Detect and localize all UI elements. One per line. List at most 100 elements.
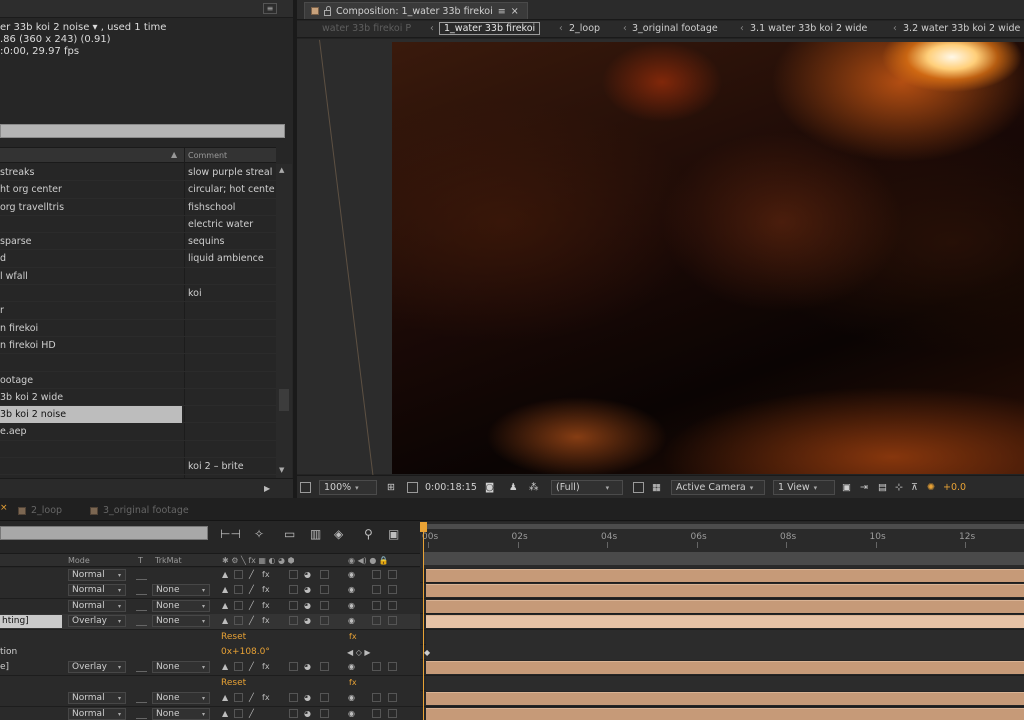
effect-switch-icon[interactable]: fx	[262, 616, 270, 625]
exposure-icon[interactable]: ✺	[927, 480, 935, 495]
close-icon[interactable]: ×	[511, 6, 519, 17]
frame-blend-switch[interactable]	[289, 600, 298, 610]
lock-icon[interactable]	[324, 5, 331, 16]
scrollbar-thumb[interactable]	[279, 389, 289, 411]
frame-blend-switch[interactable]	[289, 693, 298, 703]
layer-row[interactable]: Reset fx	[0, 675, 1024, 692]
motion-blur-switch-icon[interactable]: ◕	[304, 662, 311, 671]
mode-dropdown[interactable]: Normal ▾	[68, 584, 126, 597]
collapse-switch[interactable]	[234, 693, 243, 703]
trkmat-dropdown[interactable]: None ▾	[152, 707, 210, 720]
layer-row[interactable]: Normal ▾ None ▾ ▲ ╱ fx ◕ ◉	[0, 691, 1024, 707]
camera-dropdown[interactable]: Active Camera ▾	[671, 480, 765, 495]
project-item[interactable]: n firekoi	[0, 320, 276, 337]
layer-name[interactable]: hting]	[0, 615, 62, 629]
lock-switch[interactable]	[388, 708, 397, 718]
video-visibility-icon[interactable]: ◉	[348, 709, 355, 718]
current-time-display[interactable]: 0:00:18:15	[425, 480, 477, 495]
mode-dropdown[interactable]: Normal ▾	[68, 599, 126, 612]
lock-switch[interactable]	[388, 585, 397, 595]
motion-blur-switch-icon[interactable]: ◕	[304, 709, 311, 718]
shy-switch-icon[interactable]: ▲	[222, 693, 228, 702]
trkmat-dropdown[interactable]: None ▾	[152, 584, 210, 597]
trkmat-dropdown[interactable]: None ▾	[152, 599, 210, 612]
composition-mini-flowchart-icon[interactable]: ⊢⊣	[220, 527, 241, 541]
mode-dropdown[interactable]: Overlay ▾	[68, 661, 126, 674]
solo-switch[interactable]	[372, 570, 381, 579]
project-item[interactable]	[0, 354, 276, 372]
project-item[interactable]: r	[0, 302, 276, 320]
frame-blending-icon[interactable]: ▥	[310, 527, 321, 541]
layer-name[interactable]: e]	[0, 662, 9, 672]
solo-switch[interactable]	[372, 585, 381, 595]
toggle-pixel-aspect-icon[interactable]: ▣	[842, 480, 851, 495]
trkmat-dropdown[interactable]: None ▾	[152, 615, 210, 628]
current-time-indicator-line[interactable]	[423, 522, 424, 720]
project-item[interactable]: sparse sequins	[0, 233, 276, 251]
effect-switch-icon[interactable]: fx	[262, 570, 270, 579]
layer-row[interactable]: Normal ▾ None ▾ ▲ ╱ fx ◕ ◉	[0, 598, 1024, 615]
project-item[interactable]: n firekoi HD	[0, 337, 276, 355]
channel-icon[interactable]: ⁂	[529, 480, 539, 495]
frame-blend-switch[interactable]	[289, 585, 298, 595]
shy-switch-icon[interactable]: ▲	[222, 709, 228, 718]
layer-row[interactable]: e] Overlay ▾ None ▾ ▲ ╱ fx ◕ ◉	[0, 660, 1024, 676]
active-tab-close-icon[interactable]: ×	[0, 503, 8, 513]
shy-switch-icon[interactable]: ▲	[222, 662, 228, 671]
motion-blur-switch-icon[interactable]: ◕	[304, 585, 311, 594]
preserve-transparency-toggle[interactable]	[136, 585, 147, 596]
comp-flowchart-icon[interactable]: ⊹	[895, 480, 903, 495]
collapse-switch[interactable]	[234, 708, 243, 718]
layer-duration-bar[interactable]	[426, 599, 1024, 613]
shy-switch-icon[interactable]: ▲	[222, 601, 228, 610]
layer-duration-bar[interactable]	[426, 584, 1024, 598]
project-item[interactable]: l wfall	[0, 268, 276, 286]
safe-zones-icon[interactable]: ⊞	[387, 480, 395, 495]
nav-item-3-2[interactable]: 3.2 water 33b koi 2 wide	[903, 23, 1020, 34]
scroll-right-icon[interactable]: ▶	[264, 484, 270, 493]
brainstorm-icon[interactable]: ▣	[388, 527, 399, 541]
adjustment-layer-switch[interactable]	[320, 693, 329, 703]
nav-item-3-1[interactable]: 3.1 water 33b koi 2 wide	[750, 23, 867, 34]
preserve-transparency-toggle[interactable]	[136, 601, 147, 611]
resolution-dropdown[interactable]: (Full) ▾	[551, 480, 623, 495]
quality-switch-icon[interactable]: ╱	[249, 693, 254, 702]
solo-switch[interactable]	[372, 662, 381, 672]
flowchart-icon[interactable]: ⊼	[911, 480, 918, 495]
keyframe-navigator-icon[interactable]: ◀ ◇ ▶	[347, 648, 371, 657]
project-item[interactable]: 3b koi 2 noise	[0, 406, 276, 424]
fx-icon[interactable]: fx	[349, 678, 357, 687]
preserve-transparency-toggle[interactable]	[136, 616, 147, 627]
always-preview-icon[interactable]	[300, 480, 311, 495]
video-visibility-icon[interactable]: ◉	[348, 601, 355, 610]
project-item[interactable]: e.aep	[0, 423, 276, 441]
trkmat-dropdown[interactable]: None ▾	[152, 661, 210, 674]
project-item[interactable]: org travelltris fishschool	[0, 199, 276, 216]
adjustment-layer-switch[interactable]	[320, 600, 329, 610]
shy-switch-icon[interactable]: ▲	[222, 616, 228, 625]
video-visibility-icon[interactable]: ◉	[348, 585, 355, 594]
graph-editor-icon[interactable]: ⚲	[364, 527, 373, 541]
solo-switch[interactable]	[372, 708, 381, 718]
effect-reset-link[interactable]: Reset	[221, 632, 246, 642]
solo-switch[interactable]	[372, 616, 381, 626]
nav-item-active[interactable]: 1_water 33b firekoi	[439, 22, 541, 35]
layer-row[interactable]: Reset fx	[0, 629, 1024, 645]
layer-duration-bar[interactable]	[426, 692, 1024, 706]
collapse-switch[interactable]	[234, 570, 243, 579]
column-t[interactable]: T	[138, 556, 143, 565]
property-value[interactable]: 0x+108.0°	[221, 647, 270, 657]
solo-switch[interactable]	[372, 693, 381, 703]
mode-dropdown[interactable]: Normal ▾	[68, 569, 126, 581]
composition-frame[interactable]	[392, 42, 1024, 474]
layer-row[interactable]: Normal ▾ None ▾ ▲ ╱ ◕ ◉	[0, 706, 1024, 720]
region-of-interest-icon[interactable]	[633, 480, 644, 495]
quality-switch-icon[interactable]: ╱	[249, 585, 254, 594]
project-item[interactable]: electric water	[0, 216, 276, 234]
preserve-transparency-toggle[interactable]	[136, 662, 147, 673]
motion-blur-switch-icon[interactable]: ◕	[304, 570, 311, 579]
project-item[interactable]: 3b koi 2 wide	[0, 389, 276, 407]
shy-switch-icon[interactable]: ▲	[222, 585, 228, 594]
project-item[interactable]: d liquid ambience	[0, 250, 276, 268]
preserve-transparency-toggle[interactable]	[136, 693, 147, 704]
